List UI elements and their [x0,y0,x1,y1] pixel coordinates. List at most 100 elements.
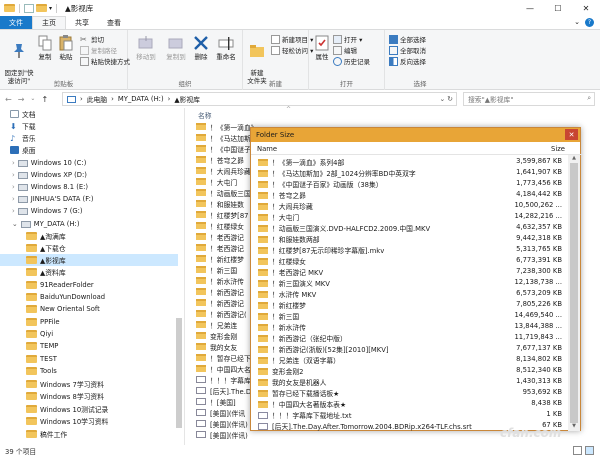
nav-item-folder[interactable]: 稿件工作 [26,428,67,440]
file-row[interactable]: ！新西游记 [186,286,244,297]
dialog-row[interactable]: ！新西游记(浙版)[52集][2010][MKV] 7,677,137 KB [251,343,568,354]
large-icons-view-icon[interactable] [585,446,594,455]
scroll-up-icon[interactable]: ▲ [568,155,580,163]
nav-item-drive-g[interactable]: › Windows 7 (G:) [12,205,83,217]
copy-to-button[interactable]: 复制到 [162,34,190,61]
dialog-row[interactable]: ！《中国谜子百家》动画版（38集） 1,773,456 KB [251,178,568,189]
nav-item-downloads[interactable]: ⬇ 下载 [10,120,36,132]
file-row[interactable]: ！苍穹之昴 [186,154,244,165]
minimize-button[interactable]: — [516,0,544,16]
dialog-row[interactable]: 变形金刚2 8,512,340 KB [251,365,568,376]
nav-item-folder[interactable]: Windows 8学习资料 [26,390,104,402]
dialog-row[interactable]: ！老西游记 MKV 7,238,300 KB [251,266,568,277]
nav-item-drive-e[interactable]: › Windows 8.1 (E:) [12,181,88,193]
nav-scrollbar-thumb[interactable] [176,318,182,428]
dialog-row[interactable]: ！红楼绿女 6,773,391 KB [251,255,568,266]
dialog-col-name[interactable]: Name [257,145,277,153]
dialog-row[interactable]: ！大屯门 14,282,216 ... [251,211,568,222]
dialog-row[interactable]: ！中国四大名著版本表★ 8,438 KB [251,398,568,409]
chevron-down-icon[interactable]: ⌄ [30,95,35,104]
file-row[interactable]: ！红楼梦[87 [186,209,249,220]
file-row[interactable]: ！新水浒传 [186,275,244,286]
file-row[interactable]: 我的女友 [186,341,237,352]
dialog-close-button[interactable]: ✕ [565,129,578,140]
file-row[interactable]: ！新红楼梦 [186,253,244,264]
nav-item-drive-f[interactable]: › JINHUA'S DATA (F:) [12,193,94,205]
nav-item-folder[interactable]: TEMP [26,340,58,352]
nav-item-folder[interactable]: BaiduYunDownload [26,291,105,303]
file-row[interactable]: [美国](伴讯) [186,429,248,440]
nav-item-music[interactable]: ♪ 音乐 [10,132,36,144]
dialog-row[interactable]: ！新三国 14,469,540 ... [251,310,568,321]
refresh-icon[interactable]: ⌄ ↻ [439,95,453,103]
dialog-row[interactable]: ！《第一滴血》系列4部 3,599,867 KB [251,156,568,167]
expand-ribbon-icon[interactable]: ⌄ [574,18,580,27]
help-icon[interactable]: ? [585,18,594,27]
file-row[interactable]: ！《第一滴血》 [186,121,258,132]
new-folder-icon[interactable] [36,4,47,12]
dialog-row[interactable]: ！新水浒传 13,844,388 ... [251,321,568,332]
dropdown-icon[interactable]: ▾ [49,5,52,12]
dialog-row[interactable]: ！动画版三国演义.DVD-HALFCD2.2009.中国.MKV 4,632,35… [251,222,568,233]
easy-access-button[interactable]: 轻松访问 ▾ [271,45,313,55]
dialog-row[interactable]: ！！！字幕库下载地址.txt 1 KB [251,409,568,420]
move-to-button[interactable]: 移动到 [132,34,160,61]
paste-button[interactable]: 粘贴 [57,34,75,61]
nav-item-folder[interactable]: ▲资料库 [26,266,66,278]
dialog-row[interactable]: ！新西游记（张纪中版） 11,719,843 ... [251,332,568,343]
nav-item-folder[interactable]: TEST [26,353,57,365]
file-row[interactable]: ！中国四大名著 [186,363,258,374]
nav-item-folder-selected[interactable]: ▲影视库 [0,254,178,266]
new-item-button[interactable]: 新建项目 ▾ [271,34,313,44]
nav-item-folder[interactable]: PPFile [26,316,60,328]
file-row[interactable]: ！老西游记 [186,231,244,242]
breadcrumb-drive[interactable]: MY_DATA (H:) [118,95,164,103]
open-button[interactable]: 打开 ▾ [333,34,362,44]
file-row[interactable]: ！和服娃数 [186,198,244,209]
nav-item-desktop[interactable]: 桌面 [10,144,36,156]
dialog-row[interactable]: ！新红楼梦 7,805,226 KB [251,299,568,310]
file-row[interactable]: 变形金刚 [186,330,237,341]
forward-arrow-icon[interactable]: → [18,95,25,104]
file-row[interactable]: [美国](伴讯) [186,418,248,429]
edit-button[interactable]: 编辑 [333,45,357,55]
nav-item-folder[interactable]: 91ReaderFolder [26,279,94,291]
file-row[interactable]: ！新三国 [186,264,237,275]
column-header-name[interactable]: 名称 [198,110,212,120]
file-row[interactable]: ！[美国] [186,396,236,407]
nav-item-drive-h[interactable]: ⌄ MY_DATA (H:) [12,218,80,230]
file-row[interactable]: ！！！字幕库 [186,374,251,385]
dialog-row[interactable]: 暂存已经下载播话板★ 953,692 KB [251,387,568,398]
history-button[interactable]: 历史记录 [333,56,370,66]
select-none-button[interactable]: 全部取消 [389,45,426,55]
search-input[interactable]: 搜索"▲影视库" ⌕ [463,92,595,106]
dialog-row[interactable]: ！新三国演义 MKV 12,138,738 ... [251,277,568,288]
nav-item-folder[interactable]: ▲淘满库 [26,230,66,242]
dialog-row[interactable]: ！红楼梦[87无示印稀珍字幕版].mkv 5,313,765 KB [251,244,568,255]
maximize-button[interactable]: ☐ [544,0,572,16]
cut-button[interactable]: ✂ 剪切 [80,34,104,45]
file-row[interactable]: [后天].The.Da [186,385,255,396]
nav-scrollbar[interactable] [176,118,182,438]
dialog-row[interactable]: ！兄弟连（双语字幕） 8,134,802 KB [251,354,568,365]
file-row[interactable]: ！新西游记 [186,297,244,308]
file-row[interactable]: ！动画版三国 [186,187,251,198]
dialog-row[interactable]: ！《马达加斯加》2部_1024分辨率BD中英双字 1,641,907 KB [251,167,568,178]
nav-item-drive-c[interactable]: › Windows 10 (C:) [12,157,86,169]
breadcrumb-folder[interactable]: ▲影视库 [174,94,200,104]
nav-item-folder[interactable]: New Oriental Soft [26,303,100,315]
nav-item-drive-d[interactable]: › Windows XP (D:) [12,169,87,181]
nav-item-folder[interactable]: Qiyi [26,328,53,340]
file-row[interactable]: [美国](伴讯 [186,407,245,418]
copy-button[interactable]: 复制 [36,34,54,61]
back-arrow-icon[interactable]: ← [5,95,12,104]
up-arrow-icon[interactable]: ↑ [41,95,48,104]
nav-item-folder[interactable]: Windows 10学习资料 [26,415,108,427]
dialog-scrollbar[interactable]: ▲ ▼ [568,155,580,431]
file-row[interactable]: ！《马达加斯加 [186,132,258,143]
details-view-icon[interactable] [573,446,582,455]
select-all-button[interactable]: 全部选择 [389,34,426,44]
file-row[interactable]: ！新西游记( [186,308,247,319]
breadcrumb[interactable]: › 此电脑 › MY_DATA (H:) › ▲影视库 ⌄ ↻ [62,92,457,106]
dialog-row[interactable]: ！水浒传 MKV 6,573,209 KB [251,288,568,299]
